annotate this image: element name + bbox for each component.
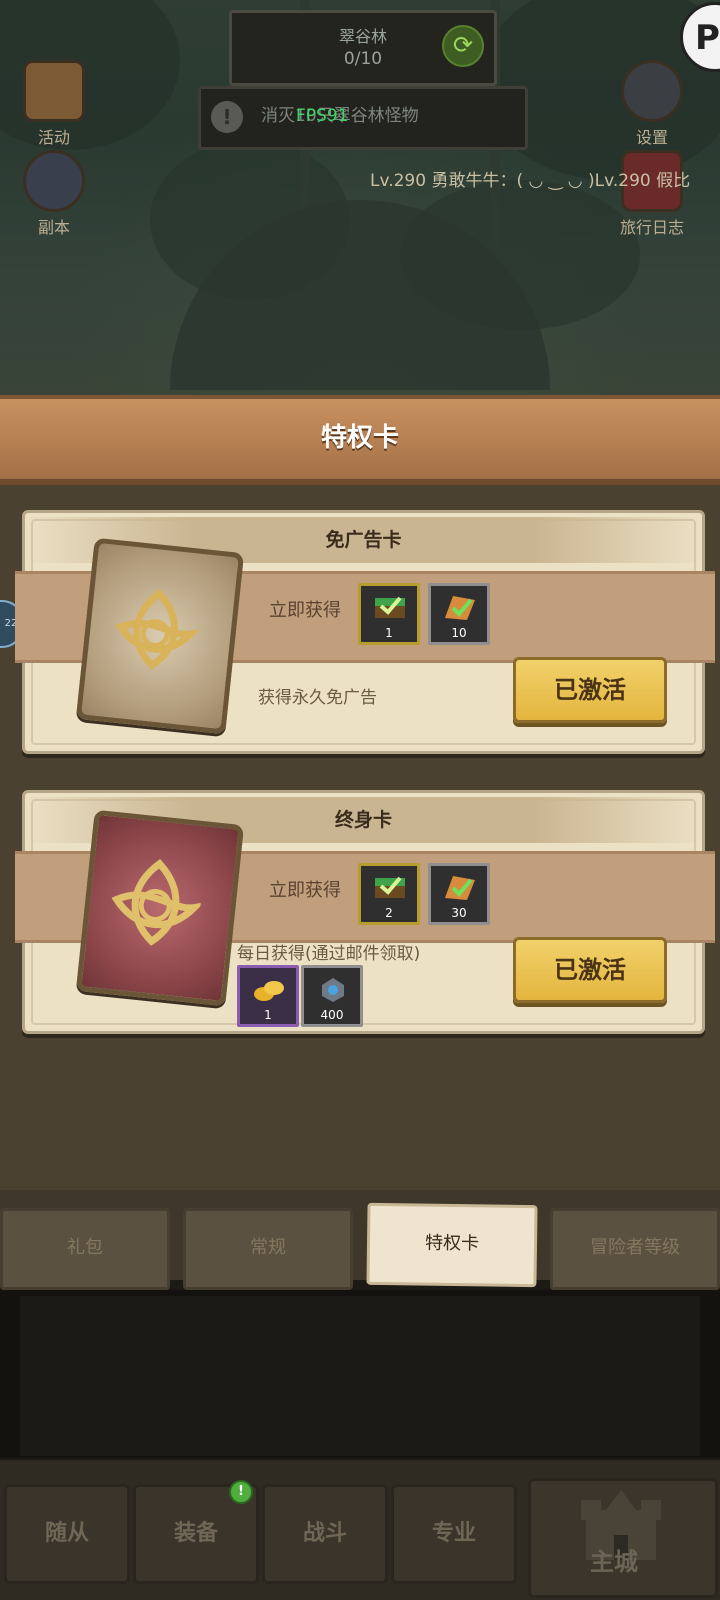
gold-coins-icon xyxy=(254,981,284,1001)
reward-item[interactable]: 10 xyxy=(428,583,490,645)
lifetime-card: 终身卡 立即获得 2 30 每日获得(通过邮件领取) 1 400 已激活 xyxy=(15,790,715,1034)
fps-counter: FPS91 xyxy=(296,106,349,126)
green-chest-icon xyxy=(375,596,405,618)
nav-profession[interactable]: 专业 xyxy=(391,1484,517,1584)
tab-gift-pack[interactable]: 礼包 xyxy=(0,1208,170,1290)
dungeon-button[interactable]: 副本 xyxy=(14,150,94,238)
zone-progress-box: 翠谷林 0/10 ⟳ xyxy=(229,10,497,86)
lifetime-card-art xyxy=(75,809,245,1007)
gear-icon xyxy=(621,60,683,122)
journal-button[interactable]: 旅行日志 xyxy=(612,150,692,238)
activity-button[interactable]: 活动 xyxy=(14,60,94,148)
lower-pane xyxy=(20,1296,700,1456)
nav-battle[interactable]: 战斗 xyxy=(262,1484,388,1584)
activated-button[interactable]: 已激活 xyxy=(513,937,667,1003)
instant-label: 立即获得 xyxy=(269,880,341,901)
reward-item[interactable]: 30 xyxy=(428,863,490,925)
instant-label: 立即获得 xyxy=(269,600,341,621)
settings-button[interactable]: 设置 xyxy=(612,60,692,148)
reward-item[interactable]: 2 xyxy=(358,863,420,925)
reward-item[interactable]: 1 xyxy=(358,583,420,645)
main-city-label: 主城 xyxy=(590,1548,638,1576)
activity-label: 活动 xyxy=(37,128,70,147)
panel-title: 特权卡 xyxy=(0,395,720,485)
blue-gem-icon xyxy=(322,978,344,1002)
nav-followers[interactable]: 随从 xyxy=(4,1484,130,1584)
dungeon-label: 副本 xyxy=(37,218,70,237)
tab-adventurer-level[interactable]: 冒险者等级 xyxy=(550,1208,720,1290)
trinity-knot-icon xyxy=(111,859,205,946)
chat-ticker: Lv.290 勇敢牛牛：( ◡ ‿ ◡ )Lv.290 假比 xyxy=(370,171,691,191)
quest-box[interactable]: ! 消灭10只翠谷林怪物 FPS91 xyxy=(198,86,528,150)
daily-reward-item[interactable]: 1 xyxy=(237,965,299,1027)
green-ticket-icon xyxy=(445,596,475,620)
notification-badge: ! xyxy=(229,1480,253,1504)
activated-button[interactable]: 已激活 xyxy=(513,657,667,723)
dungeon-icon xyxy=(23,150,85,212)
settings-label: 设置 xyxy=(635,128,668,147)
no-ads-card: 免广告卡 立即获得 1 10 获得永久免广告 已激活 xyxy=(15,510,715,754)
journal-label: 旅行日志 xyxy=(619,218,684,237)
daily-label: 每日获得(通过邮件领取) xyxy=(237,944,421,964)
trinity-knot-icon xyxy=(115,589,201,670)
activity-icon xyxy=(23,60,85,122)
green-ticket-icon xyxy=(445,876,475,900)
green-chest-icon xyxy=(375,876,405,898)
refresh-icon[interactable]: ⟳ xyxy=(442,25,484,67)
card-description: 获得永久免广告 xyxy=(258,688,377,708)
alert-icon: ! xyxy=(211,101,243,133)
tab-privilege-card[interactable]: 特权卡 xyxy=(366,1202,538,1288)
no-ads-card-art xyxy=(75,537,245,735)
tab-regular[interactable]: 常规 xyxy=(183,1208,353,1290)
daily-reward-item[interactable]: 400 xyxy=(301,965,363,1027)
